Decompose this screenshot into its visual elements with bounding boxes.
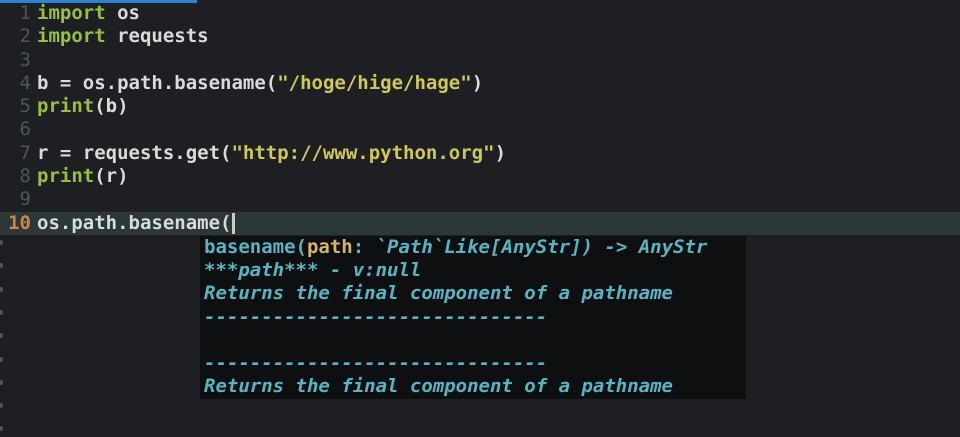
code-token-plain: (b) (94, 95, 129, 118)
popup-segment-italic: ***path*** - v:null (204, 258, 422, 281)
code-token-keyword: import (37, 2, 106, 24)
code-token-plain: ) (494, 141, 507, 164)
line-number: 5 (19, 95, 31, 118)
code-line[interactable]: 1 import os (0, 2, 960, 25)
popup-line: Returns the final component of a pathnam… (204, 282, 746, 305)
empty-line-marker (0, 309, 3, 315)
code-line[interactable]: 4 b = os.path.basename("/hoge/hige/hage") (0, 72, 960, 95)
code-line[interactable]: 7 r = requests.get("http://www.python.org… (0, 142, 960, 165)
empty-line-marker (0, 379, 3, 385)
empty-line-marker (0, 240, 3, 245)
code-token-string: "/hoge/hige/hage" (277, 71, 472, 94)
popup-segment-signature: basename( (204, 235, 307, 258)
empty-line-marker (0, 286, 3, 292)
code-token-plain: (r) (94, 165, 129, 188)
line-number: 7 (19, 141, 31, 164)
code-token-keyword: print (37, 165, 95, 188)
code-line-text[interactable]: import requests (37, 25, 209, 48)
code-line[interactable]: 10 os.path.basename( (0, 211, 960, 235)
line-number: 3 (19, 48, 31, 71)
code-token-plain: requests (105, 25, 209, 48)
code-line-text[interactable]: import os (37, 2, 140, 25)
popup-segment-italic: ------------------------------ (204, 305, 548, 328)
code-token-plain: b = os.path.basename( (37, 71, 278, 94)
line-number: 8 (19, 165, 31, 188)
text-cursor (232, 212, 236, 234)
line-number: 2 (19, 25, 31, 48)
line-number: 6 (19, 118, 31, 141)
code-line-text[interactable]: print(r) (37, 165, 129, 188)
line-number: 9 (19, 188, 31, 211)
empty-line-marker (0, 426, 3, 432)
line-number: 10 (8, 211, 31, 234)
code-area[interactable]: 1 import os 2 import requests 3 4 b = os.path.… (0, 2, 960, 235)
code-token-plain: r = requests.get( (37, 141, 232, 164)
line-number: 4 (19, 71, 31, 94)
code-token-plain: ) (471, 71, 484, 94)
empty-line-marker (0, 333, 3, 339)
empty-line-marker (0, 403, 3, 409)
line-number: 1 (19, 2, 31, 24)
code-line-text[interactable]: b = os.path.basename("/hoge/hige/hage") (37, 72, 483, 95)
popup-segment-italic: ------------------------------ (204, 352, 548, 375)
code-token-plain: os (105, 2, 140, 24)
popup-segment-italic: `Path`Like[AnyStr]) -> AnyStr (375, 235, 708, 258)
popup-line (204, 329, 746, 352)
empty-line-marker (0, 263, 3, 269)
code-token-string: "http://www.python.org" (231, 141, 495, 164)
code-line[interactable]: 6 (0, 118, 960, 141)
code-line[interactable]: 2 import requests (0, 25, 960, 48)
code-line[interactable]: 8 print(r) (0, 165, 960, 188)
empty-line-marker (0, 356, 3, 362)
code-line[interactable]: 9 (0, 188, 960, 211)
popup-line: ------------------------------ (204, 352, 746, 375)
code-line[interactable]: 3 (0, 49, 960, 72)
popup-segment-param: path (306, 235, 353, 258)
code-token-plain: os.path.basename( (37, 211, 232, 234)
code-line-text[interactable]: r = requests.get("http://www.python.org"… (37, 142, 506, 165)
popup-line: Returns the final component of a pathnam… (204, 375, 746, 398)
popup-segment-italic: Returns the final component of a pathnam… (204, 375, 673, 398)
hover-popup: basename(path: `Path`Like[AnyStr]) -> An… (200, 235, 746, 399)
popup-segment-italic: Returns the final component of a pathnam… (204, 282, 673, 305)
popup-line: ------------------------------ (204, 306, 746, 329)
code-line-text[interactable]: os.path.basename( (37, 211, 236, 235)
code-editor: 1 import os 2 import requests 3 4 b = os.path.… (0, 0, 960, 437)
code-line-text[interactable]: print(b) (37, 95, 129, 118)
code-token-keyword: print (37, 95, 95, 118)
popup-segment-signature: : (352, 235, 376, 258)
popup-line: ***path*** - v:null (204, 259, 746, 282)
popup-line: basename(path: `Path`Like[AnyStr]) -> An… (204, 236, 746, 259)
code-token-keyword: import (37, 25, 106, 48)
code-line[interactable]: 5 print(b) (0, 95, 960, 118)
